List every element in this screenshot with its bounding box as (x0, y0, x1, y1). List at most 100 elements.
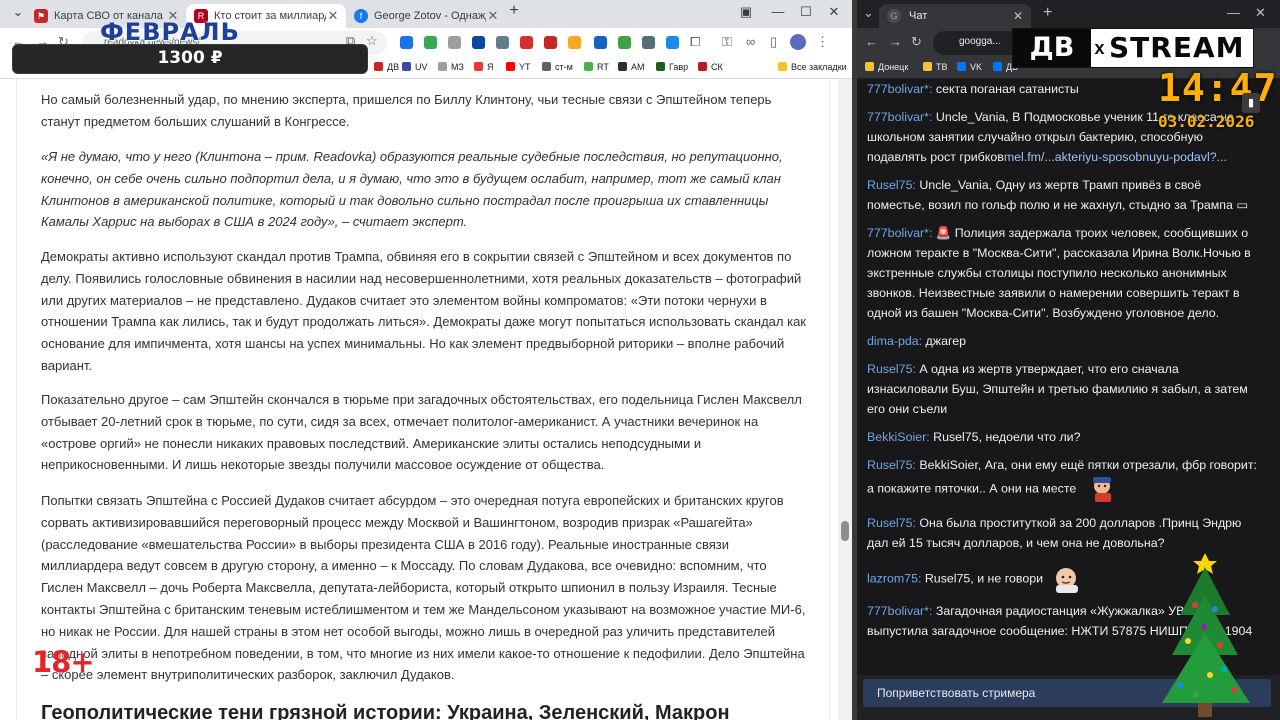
chat-text: Rusel75, недоели что ли? (929, 430, 1081, 444)
article-paragraph: Попытки связать Эпштейна с Россией Дудак… (41, 493, 806, 683)
menu-icon[interactable]: ⋮ (816, 34, 829, 50)
lock-icon: ▮ (1242, 93, 1260, 113)
chat-text: BekkiSoier, Ага, они ему ещё пятки отрез… (867, 458, 1257, 496)
youtube-icon (506, 62, 515, 71)
logo-left-text: ДВ (1013, 29, 1091, 67)
extension-icon[interactable] (400, 36, 413, 49)
chat-text: Rusel75, и не говори (921, 571, 1044, 586)
extensions-puzzle-icon[interactable]: ⧠ (690, 34, 700, 50)
all-bookmarks[interactable]: Все закладки (778, 62, 847, 72)
bookmark-icon (656, 62, 665, 71)
scrollbar[interactable] (838, 79, 852, 720)
bookmark-item[interactable]: ст-м (542, 62, 573, 72)
logo-x-text: x (1094, 38, 1105, 58)
chat-message: dima-pda: джагер (867, 331, 1257, 351)
stream-date: 03.02.2026 (1158, 112, 1255, 131)
chat-username[interactable]: 777bolivar*: (867, 110, 932, 124)
extension-icon[interactable] (448, 36, 461, 49)
forward-icon[interactable]: → (889, 34, 902, 49)
right-tab-strip: ⌄ G Чат ✕ + — ✕ (857, 0, 1280, 28)
extension-icon[interactable] (594, 36, 607, 49)
window-close-icon[interactable]: ✕ (1255, 5, 1266, 21)
chat-username[interactable]: Rusel75: (867, 362, 916, 376)
tab-facebook[interactable]: f George Zotov - Однажды Геор ✕ (346, 4, 506, 28)
bookmark-icon (374, 62, 383, 71)
article-viewport: Но самый болезненный удар, по мнению экс… (0, 79, 838, 720)
bookmark-icon (474, 62, 483, 71)
bookmark-item[interactable]: МЗ (438, 62, 464, 72)
bookmark-item[interactable]: СК (698, 62, 723, 72)
folder-icon (778, 62, 787, 71)
extension-icon[interactable] (520, 36, 533, 49)
extension-icon[interactable] (472, 36, 485, 49)
bookmark-item[interactable]: RT (584, 62, 609, 72)
chat-username[interactable]: Rusel75: (867, 458, 916, 472)
chat-username[interactable]: Rusel75: (867, 516, 916, 530)
bookmark-item[interactable]: UV (402, 62, 428, 72)
bookmark-item[interactable]: AM (618, 62, 645, 72)
bookmark-icon (402, 62, 411, 71)
tab-title: Чат (909, 10, 928, 22)
new-tab-icon[interactable]: + (1043, 4, 1052, 22)
chat-message: Rusel75: Uncle_Vania, Одну из жертв Трам… (867, 175, 1257, 215)
chat-username[interactable]: lazrom75: (867, 571, 921, 585)
extension-icon[interactable] (568, 36, 581, 49)
chat-username[interactable]: BekkiSoier: (867, 430, 930, 444)
avatar[interactable] (790, 34, 806, 50)
vk-icon (993, 62, 1002, 71)
chat-message: Rusel75: BekkiSoier, Ага, они ему ещё пя… (867, 455, 1257, 503)
bookmark-icon (698, 62, 707, 71)
chat-username[interactable]: 777bolivar*: (867, 604, 932, 618)
close-icon[interactable]: ✕ (486, 8, 500, 24)
bookmark-item[interactable]: Гавр (656, 62, 688, 72)
promo-title: ФЕВРАЛЬ (100, 18, 240, 46)
window-close-icon[interactable]: ✕ (820, 4, 848, 20)
bookmark-item[interactable]: Донецк (865, 62, 908, 72)
chat-text: 🚨 Полиция задержала троих человек, сообщ… (867, 226, 1251, 320)
side-panel-icon[interactable]: ▯ (770, 34, 777, 50)
tab-list-icon[interactable]: ▣ (732, 4, 760, 20)
article-paragraph: Показательно другое – сам Эпштейн сконча… (41, 392, 802, 473)
maximize-icon[interactable]: ☐ (792, 4, 820, 20)
scrollbar-thumb[interactable] (841, 521, 849, 541)
bookmark-icon (438, 62, 447, 71)
tab-chat[interactable]: G Чат ✕ (879, 4, 1031, 28)
bookmark-item[interactable]: ДВ (374, 62, 399, 72)
left-browser-window: ⌄ ⚑ Карта СВО от канала DIVGEN ✕ R Кто с… (0, 0, 852, 720)
extension-icon[interactable] (424, 36, 437, 49)
folder-icon (542, 62, 551, 71)
promo-price: 1300 ₽ (157, 48, 223, 68)
reload-icon[interactable]: ↻ (911, 34, 922, 50)
bookmark-item[interactable]: YT (506, 62, 531, 72)
extension-icon[interactable] (496, 36, 509, 49)
tab-search-chevron-icon[interactable]: ⌄ (863, 5, 874, 21)
chat-username[interactable]: Rusel75: (867, 178, 916, 192)
link-icon[interactable]: ∞ (746, 34, 755, 49)
bookmark-item[interactable]: VK (957, 62, 982, 72)
folder-icon (923, 62, 932, 71)
emote-face-icon (1056, 568, 1079, 593)
chat-username[interactable]: 777bolivar*: (867, 226, 932, 240)
key-icon[interactable]: ⚿ (722, 34, 732, 50)
article-paragraph: Демократы активно используют скандал про… (41, 249, 806, 373)
chat-message: BekkiSoier: Rusel75, недоели что ли? (867, 427, 1257, 447)
promo-overlay: ФЕВРАЛЬ 1300 ₽ (12, 18, 368, 74)
back-icon[interactable]: ← (865, 34, 878, 49)
chat-link[interactable]: mel.fm/...akteriyu-sposobnuyu-podavl?... (1004, 150, 1227, 164)
bookmark-item[interactable]: ТВ (923, 62, 948, 72)
minimize-icon[interactable]: — (1227, 5, 1240, 20)
chat-username[interactable]: 777bolivar*: (867, 82, 932, 96)
extension-icon[interactable] (642, 36, 655, 49)
bookmark-icon (584, 62, 593, 71)
extension-icon[interactable] (544, 36, 557, 49)
bookmark-item[interactable]: Я (474, 62, 494, 72)
extension-icon[interactable] (618, 36, 631, 49)
google-icon: G (887, 9, 901, 23)
new-tab-icon[interactable]: + (500, 2, 528, 20)
chat-text: джагер (922, 334, 966, 348)
minimize-icon[interactable]: — (764, 4, 792, 19)
extension-icon[interactable] (666, 36, 679, 49)
bookmark-star-icon[interactable]: ☆ (366, 33, 378, 49)
chat-username[interactable]: dima-pda: (867, 334, 922, 348)
close-icon[interactable]: ✕ (1011, 9, 1025, 23)
